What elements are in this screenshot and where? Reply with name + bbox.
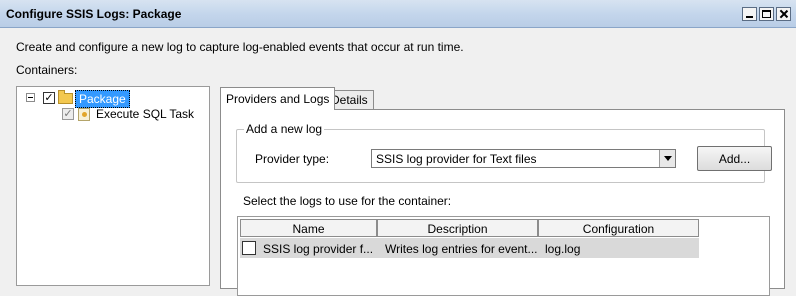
add-log-group-title: Add a new log (244, 122, 325, 136)
log-description-cell: Writes log entries for event... (385, 242, 538, 256)
provider-type-value: SSIS log provider for Text files (376, 152, 537, 166)
provider-type-label: Provider type: (255, 152, 330, 166)
minimize-button[interactable] (742, 7, 757, 21)
tab-providers-and-logs[interactable]: Providers and Logs (220, 87, 336, 110)
maximize-button[interactable] (759, 7, 774, 21)
title-bar[interactable]: Configure SSIS Logs: Package (0, 0, 796, 28)
select-logs-label: Select the logs to use for the container… (243, 194, 452, 208)
package-checkbox[interactable]: ✓ (43, 92, 55, 104)
tree-item-package[interactable]: Package (75, 90, 130, 108)
add-log-button[interactable]: Add... (697, 146, 772, 171)
sql-task-icon (78, 108, 90, 121)
collapse-icon[interactable] (26, 93, 35, 102)
column-header-name[interactable]: Name (240, 219, 377, 237)
chevron-down-icon[interactable] (659, 150, 675, 167)
sql-task-checkbox[interactable]: ✓ (62, 108, 74, 120)
provider-type-dropdown[interactable]: SSIS log provider for Text files (371, 149, 676, 168)
window-title: Configure SSIS Logs: Package (6, 7, 182, 21)
column-header-configuration[interactable]: Configuration (538, 219, 699, 237)
folder-icon (58, 90, 73, 104)
tree-item-execute-sql-task[interactable]: Execute SQL Task (96, 107, 194, 121)
log-enable-checkbox[interactable] (242, 241, 256, 255)
column-header-description[interactable]: Description (377, 219, 538, 237)
providers-tab-panel: Add a new log Provider type: SSIS log pr… (220, 109, 785, 296)
table-row[interactable]: SSIS log provider f... Writes log entrie… (240, 238, 699, 258)
log-configuration-cell[interactable]: log.log (545, 242, 580, 256)
add-log-group: Add a new log Provider type: SSIS log pr… (236, 122, 772, 183)
containers-tree[interactable]: ✓ Package ✓ Execute SQL Task (16, 86, 210, 286)
containers-label: Containers: (16, 63, 78, 77)
close-button[interactable] (776, 7, 791, 21)
logs-list[interactable]: Name Description Configuration SSIS log … (237, 216, 770, 296)
log-name-cell: SSIS log provider f... (263, 242, 374, 256)
dialog-description: Create and configure a new log to captur… (16, 40, 464, 54)
